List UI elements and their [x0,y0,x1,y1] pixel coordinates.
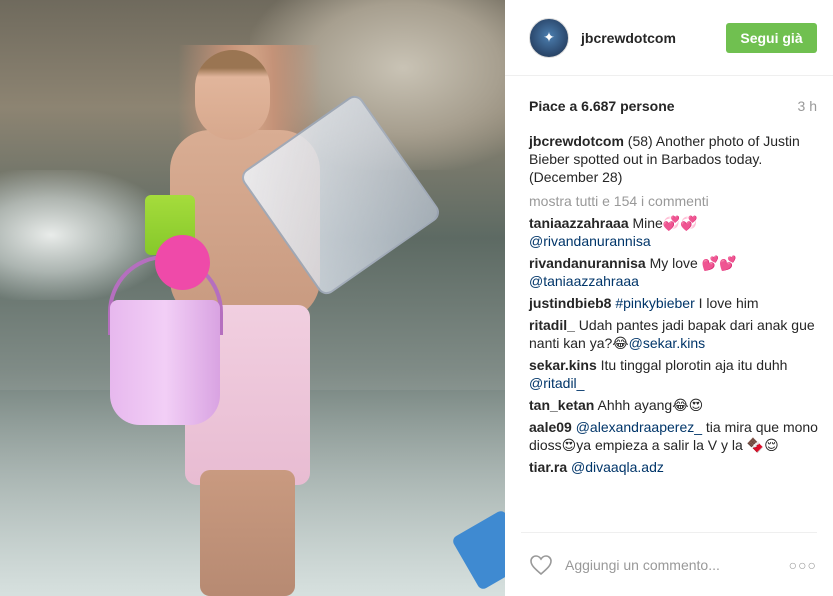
comment-username[interactable]: tiar.ra [529,459,567,475]
comment-item: justindbieb8 #pinkybieber I love him [529,294,823,312]
comment-item: ritadil_ Udah pantes jadi bapak dari ana… [529,316,823,352]
comment-item: taniaazzahraaa Mine💞💞 @rivandanurannisa [529,214,823,250]
comment-item: tiar.ra @divaaqla.adz [529,458,823,476]
likes-count[interactable]: Piace a 6.687 persone [529,98,675,114]
comment-text: Mine💞💞 [632,215,698,231]
comment-mention[interactable]: @sekar.kins [629,335,705,351]
photo-pink-toy [155,235,210,290]
comment-username[interactable]: ritadil_ [529,317,575,333]
comment-item: rivandanurannisa My love 💕💕 @taniaazzahr… [529,254,823,290]
comment-text: Itu tinggal plorotin aja itu duhh [600,357,788,373]
post-modal: ✦ jbcrewdotcom Segui già Piace a 6.687 p… [0,0,833,596]
post-header: ✦ jbcrewdotcom Segui già [505,0,833,76]
post-meta: Piace a 6.687 persone 3 h [505,76,833,114]
more-options-icon[interactable]: ○○○ [789,557,817,573]
comments-list: jbcrewdotcom (58) Another photo of Justi… [505,114,833,476]
comment-username[interactable]: tan_ketan [529,397,594,413]
comment-text: My love 💕💕 [649,255,737,271]
post-username[interactable]: jbcrewdotcom [581,30,726,46]
comment-item: sekar.kins Itu tinggal plorotin aja itu … [529,356,823,392]
comment-item: tan_ketan Ahhh ayang😂😍 [529,396,823,414]
comment-username[interactable]: rivandanurannisa [529,255,646,271]
caption-username[interactable]: jbcrewdotcom [529,133,624,149]
show-all-comments-link[interactable]: mostra tutti e 154 i commenti [529,192,823,210]
caption: jbcrewdotcom (58) Another photo of Justi… [529,132,823,186]
comment-username[interactable]: aale09 [529,419,572,435]
comment-item: aale09 @alexandraaperez_ tia mira que mo… [529,418,823,454]
comment-mention[interactable]: @taniaazzahraaa [529,273,639,289]
heart-icon-svg [530,554,552,575]
post-sidebar: ✦ jbcrewdotcom Segui già Piace a 6.687 p… [505,0,833,596]
photo-bucket [110,300,220,425]
photo-head [195,50,270,140]
heart-icon[interactable] [529,553,553,577]
comment-mention[interactable]: @ritadil_ [529,375,584,391]
post-time[interactable]: 3 h [798,98,817,114]
comment-text-after: I love him [694,295,759,311]
comment-mention[interactable]: @rivandanurannisa [529,233,651,249]
comment-input[interactable] [565,556,789,573]
comment-username[interactable]: sekar.kins [529,357,597,373]
comment-text: Ahhh ayang😂😍 [597,397,704,413]
comment-mention[interactable]: @alexandraaperez_ [576,419,702,435]
comment-username[interactable]: taniaazzahraaa [529,215,629,231]
post-photo[interactable] [0,0,505,596]
photo-legs [200,470,295,596]
comment-mention[interactable]: @divaaqla.adz [571,459,664,475]
avatar[interactable]: ✦ [529,17,569,58]
avatar-icon: ✦ [543,29,555,45]
follow-button[interactable]: Segui già [726,22,817,53]
comment-hashtag[interactable]: #pinkybieber [615,295,694,311]
comment-username[interactable]: justindbieb8 [529,295,611,311]
post-footer: ○○○ [521,532,817,596]
